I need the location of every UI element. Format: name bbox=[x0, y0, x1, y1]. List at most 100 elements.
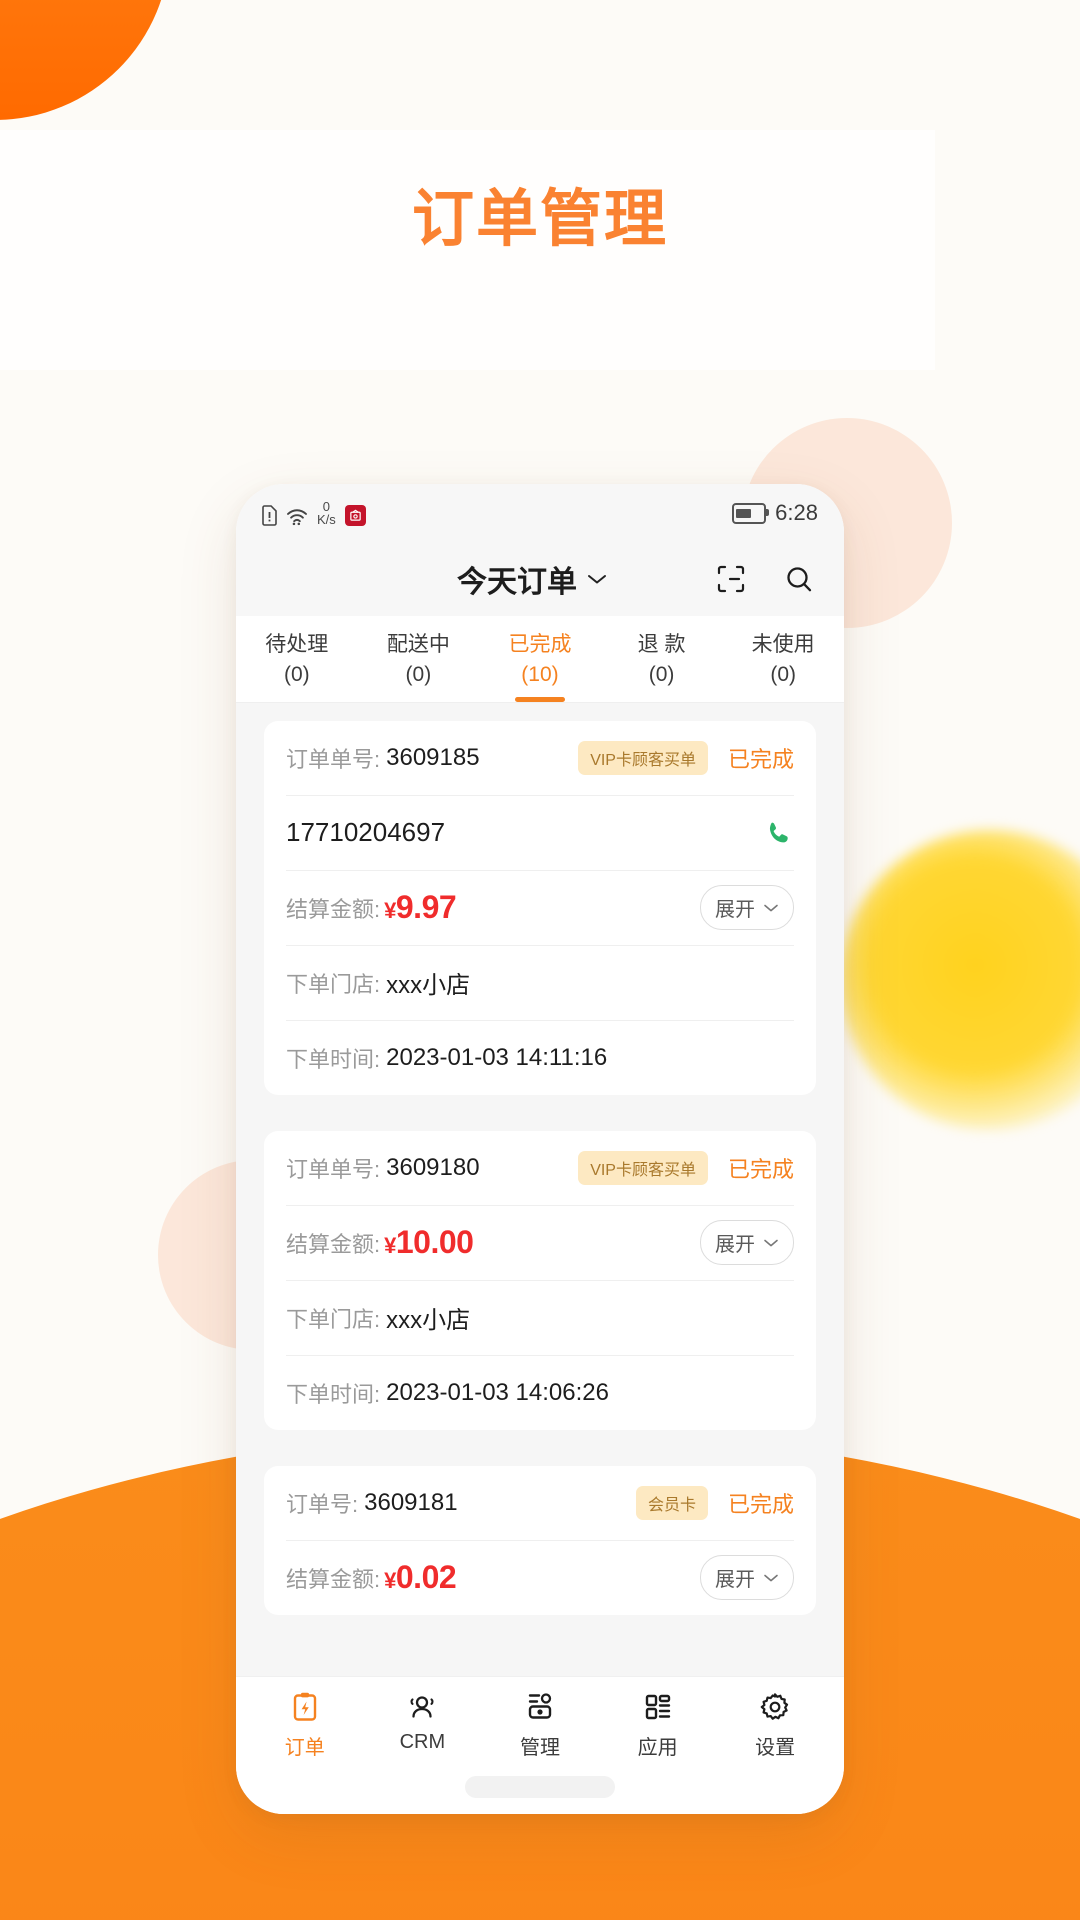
network-speed-unit: K/s bbox=[317, 512, 336, 527]
amount-label: 结算金额: bbox=[286, 1566, 381, 1592]
tab-refund[interactable]: 退 款 (0) bbox=[601, 630, 723, 702]
order-store-row: 下单门店: xxx小店 bbox=[286, 946, 794, 1021]
order-header-row: 订单号: 3609181 会员卡 已完成 bbox=[286, 1466, 794, 1541]
network-speed: 0 K/s bbox=[317, 500, 336, 526]
users-icon bbox=[410, 1696, 434, 1718]
tab-delivering-label: 配送中 bbox=[386, 633, 450, 656]
nav-item-manage[interactable]: 管理 bbox=[481, 1691, 599, 1760]
search-icon[interactable] bbox=[782, 562, 816, 596]
phone-icon[interactable] bbox=[766, 819, 794, 847]
amount-value: ¥0.02 bbox=[384, 1559, 457, 1596]
time-label: 下单时间: bbox=[286, 1381, 381, 1407]
status-bar-right: 6:28 bbox=[732, 500, 818, 526]
tab-refund-count: (0) bbox=[648, 662, 675, 686]
clipboard-bolt-icon bbox=[293, 1692, 316, 1721]
orange-blob-topleft bbox=[0, 0, 170, 120]
tab-refund-label: 退 款 bbox=[637, 633, 686, 656]
order-amount-row: 结算金额: ¥9.97 展开 bbox=[286, 871, 794, 946]
order-phone-row: 17710204697 bbox=[286, 796, 794, 871]
sim-alert-icon bbox=[262, 505, 277, 526]
battery-icon bbox=[732, 502, 770, 524]
nav-item-crm[interactable]: CRM bbox=[364, 1691, 482, 1754]
order-status-badge: 已完成 bbox=[727, 746, 794, 772]
tab-pending[interactable]: 待处理 (0) bbox=[236, 630, 358, 702]
chevron-down-icon bbox=[588, 575, 606, 584]
tab-completed[interactable]: 已完成 (10) bbox=[479, 630, 601, 702]
amount-value: ¥10.00 bbox=[384, 1224, 474, 1261]
amount-number: 10.00 bbox=[395, 1224, 474, 1261]
currency-symbol: ¥ bbox=[384, 1568, 396, 1594]
expand-label: 展开 bbox=[715, 899, 755, 922]
scan-icon[interactable] bbox=[714, 562, 748, 596]
store-value: xxx小店 bbox=[386, 1307, 471, 1335]
order-card[interactable]: 订单号: 3609181 会员卡 已完成 结算金额: ¥0.02 展开 bbox=[264, 1465, 816, 1615]
time-value: 2023-01-03 14:06:26 bbox=[386, 1378, 609, 1406]
tab-unused-label: 未使用 bbox=[751, 633, 815, 656]
yellow-glow-circle bbox=[840, 830, 1080, 1130]
expand-button[interactable]: 展开 bbox=[700, 1220, 794, 1266]
device-manage-icon bbox=[528, 1693, 552, 1719]
order-no-value: 3609181 bbox=[364, 1488, 458, 1516]
amount-number: 9.97 bbox=[395, 889, 457, 926]
tab-indicator bbox=[514, 696, 565, 702]
order-time-row: 下单时间: 2023-01-03 14:06:26 bbox=[286, 1356, 794, 1430]
time-label: 下单时间: bbox=[286, 1046, 381, 1072]
nav-item-manage-label: 管理 bbox=[519, 1737, 560, 1759]
status-bar-clock: 6:28 bbox=[775, 500, 818, 525]
amount-label: 结算金额: bbox=[286, 896, 381, 922]
customer-phone: 17710204697 bbox=[286, 817, 446, 848]
order-no-value: 3609180 bbox=[386, 1153, 480, 1181]
home-indicator-bar[interactable] bbox=[465, 1776, 615, 1798]
order-status-tabs: 待处理 (0) 配送中 (0) 已完成 (10) 退 款 (0) 未使用 (0) bbox=[236, 616, 844, 703]
order-type-badge: 会员卡 bbox=[635, 1485, 708, 1520]
nav-item-apps[interactable]: 应用 bbox=[599, 1691, 717, 1760]
order-list[interactable]: 订单单号: 3609185 VIP卡顾客买单 已完成 17710204697 结… bbox=[236, 702, 844, 1676]
chevron-down-icon bbox=[764, 1574, 778, 1582]
tab-unused[interactable]: 未使用 (0) bbox=[722, 630, 844, 702]
order-card[interactable]: 订单单号: 3609185 VIP卡顾客买单 已完成 17710204697 结… bbox=[264, 720, 816, 1095]
order-amount-row: 结算金额: ¥0.02 展开 bbox=[286, 1541, 794, 1615]
order-status-badge: 已完成 bbox=[727, 1156, 794, 1182]
order-filter-dropdown[interactable]: 今天订单 bbox=[264, 557, 714, 601]
order-status-badge: 已完成 bbox=[727, 1491, 794, 1517]
tab-delivering[interactable]: 配送中 (0) bbox=[358, 630, 480, 702]
status-bar: 0 K/s 6:28 bbox=[236, 484, 844, 542]
currency-symbol: ¥ bbox=[384, 1233, 396, 1259]
tab-pending-label: 待处理 bbox=[265, 633, 329, 656]
store-value: xxx小店 bbox=[386, 972, 471, 1000]
order-time-row: 下单时间: 2023-01-03 14:11:16 bbox=[286, 1021, 794, 1095]
order-no-label: 订单单号: bbox=[286, 746, 381, 772]
red-app-icon bbox=[344, 505, 366, 526]
nav-item-settings-label: 设置 bbox=[755, 1737, 796, 1759]
order-card[interactable]: 订单单号: 3609180 VIP卡顾客买单 已完成 结算金额: ¥10.00 … bbox=[264, 1130, 816, 1430]
order-no-label: 订单号: bbox=[286, 1491, 359, 1517]
store-label: 下单门店: bbox=[286, 1306, 381, 1332]
app-title-bar: 今天订单 bbox=[236, 542, 844, 616]
chevron-down-icon bbox=[764, 904, 778, 912]
order-filter-label: 今天订单 bbox=[457, 566, 577, 599]
order-header-row: 订单单号: 3609180 VIP卡顾客买单 已完成 bbox=[286, 1131, 794, 1206]
tab-unused-count: (0) bbox=[770, 662, 796, 686]
phone-mockup: 0 K/s 6:28 今天订单 待处理 (0) 配送中 (0) 已完成 (10)… bbox=[236, 484, 844, 1814]
status-bar-left: 0 K/s bbox=[262, 500, 366, 526]
tab-completed-count: (10) bbox=[521, 662, 559, 686]
page-title: 订单管理 bbox=[411, 185, 668, 254]
order-type-badge: VIP卡顾客买单 bbox=[578, 1150, 708, 1185]
amount-number: 0.02 bbox=[395, 1559, 457, 1596]
order-no-value: 3609185 bbox=[386, 743, 480, 771]
time-value: 2023-01-03 14:11:16 bbox=[386, 1043, 608, 1071]
nav-item-settings[interactable]: 设置 bbox=[716, 1691, 834, 1760]
expand-button[interactable]: 展开 bbox=[700, 1555, 794, 1601]
order-amount-row: 结算金额: ¥10.00 展开 bbox=[286, 1206, 794, 1281]
tab-delivering-count: (0) bbox=[405, 662, 432, 686]
order-no-label: 订单单号: bbox=[286, 1156, 381, 1182]
store-label: 下单门店: bbox=[286, 971, 381, 997]
home-indicator-area bbox=[236, 1760, 844, 1814]
tab-completed-label: 已完成 bbox=[508, 633, 572, 656]
nav-item-orders[interactable]: 订单 bbox=[246, 1691, 364, 1760]
expand-button[interactable]: 展开 bbox=[700, 885, 794, 931]
amount-value: ¥9.97 bbox=[384, 889, 457, 926]
apps-grid-icon bbox=[645, 1694, 670, 1720]
bottom-navigation: 订单 CRM 管理 应用 设置 bbox=[236, 1676, 844, 1760]
amount-label: 结算金额: bbox=[286, 1231, 381, 1257]
